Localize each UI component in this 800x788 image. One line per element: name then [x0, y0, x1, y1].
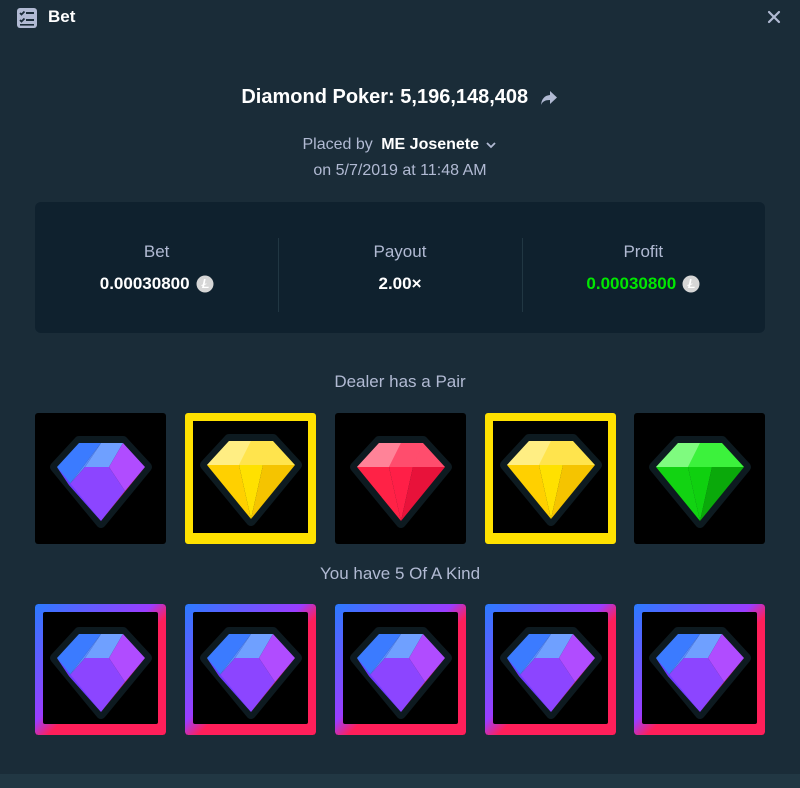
purple-gem-icon [49, 435, 152, 528]
stat-profit-value: 0.00030800 [586, 273, 677, 293]
dealer-card [35, 413, 166, 544]
dealer-card [634, 413, 765, 544]
stat-bet: Bet 0.00030800 [35, 242, 278, 294]
bet-stats-panel: Bet 0.00030800 Payout 2.00× Profit 0.000… [35, 202, 765, 333]
purple-gem-icon [499, 626, 602, 719]
bet-date: on 5/7/2019 at 11:48 AM [313, 162, 487, 179]
player-card [35, 604, 166, 735]
stat-payout-value: 2.00× [378, 273, 422, 293]
close-icon[interactable] [762, 5, 786, 29]
purple-gem-icon [648, 626, 751, 719]
purple-gem-icon [49, 626, 152, 719]
purple-gem-icon [349, 626, 452, 719]
purple-gem-icon [199, 626, 302, 719]
player-card [485, 604, 616, 735]
player-hand-label: You have 5 Of A Kind [319, 564, 481, 583]
player-card [335, 604, 466, 735]
litecoin-icon [196, 275, 214, 292]
stat-bet-value-row: 0.00030800 [100, 274, 214, 294]
dealer-card [185, 413, 316, 544]
stat-payout-label: Payout [373, 241, 427, 261]
player-card [634, 604, 765, 735]
share-arrow-icon[interactable] [539, 88, 559, 108]
stat-payout: Payout 2.00× [278, 237, 521, 312]
dealer-card [335, 413, 466, 544]
litecoin-icon [682, 275, 700, 292]
stat-bet-label: Bet [143, 241, 170, 261]
dealer-cards [35, 413, 765, 548]
player-cards [35, 604, 765, 739]
stat-profit-label: Profit [623, 241, 664, 261]
modal-title: Bet [48, 7, 76, 26]
player-card [185, 604, 316, 735]
dealer-card [485, 413, 616, 544]
chevron-down-icon[interactable] [485, 139, 497, 151]
bet-modal: Bet Diamond Poker: 5,196,148,408 Placed … [0, 0, 800, 788]
bet-slip-icon [17, 8, 37, 28]
yellow-gem-icon [199, 434, 302, 526]
modal-header: Bet [0, 0, 800, 36]
stat-bet-value: 0.00030800 [99, 273, 190, 293]
placed-by-user[interactable]: ME Josenete [381, 136, 479, 153]
placed-by-row: Placed by ME Josenete [0, 136, 800, 154]
game-title-row: Diamond Poker: 5,196,148,408 [0, 86, 800, 109]
red-gem-icon [349, 435, 452, 528]
yellow-gem-icon [499, 434, 602, 526]
placed-by-label: Placed by [302, 136, 373, 153]
game-title[interactable]: Diamond Poker: 5,196,148,408 [241, 86, 528, 108]
stat-profit-value-row: 0.00030800 [586, 274, 700, 294]
footer-strip [0, 774, 800, 788]
stat-profit: Profit 0.00030800 [521, 237, 765, 312]
dealer-hand-label: Dealer has a Pair [334, 372, 466, 391]
green-gem-icon [648, 435, 751, 528]
